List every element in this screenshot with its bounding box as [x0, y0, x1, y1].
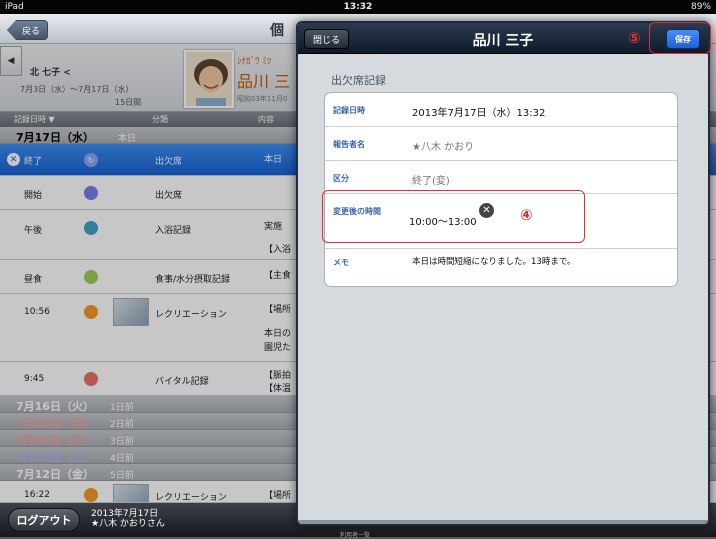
logout-button[interactable]: ログアウト [8, 508, 80, 532]
field-memo[interactable]: メモ 本日は時間短縮になりました。13時まで。 [325, 249, 677, 287]
section-title: 出欠席記録 [331, 74, 386, 87]
field-record-time: 記録日時 2013年7月17日（水）13:32 [325, 93, 677, 127]
annotation-marker-4: ④ [520, 206, 533, 224]
dialog-title: 品川 三子 [472, 33, 534, 49]
clock: 13:32 [343, 2, 373, 12]
annotation-box-5 [649, 22, 711, 54]
current-user: ★八木 かおりさん [91, 519, 165, 529]
annotation-marker-5: ⑤ [628, 29, 641, 47]
dialog-header: 閉じる 品川 三子 保存 [298, 23, 708, 54]
attendance-dialog: 閉じる 品川 三子 保存 出欠席記録 記録日時 2013年7月17日（水）13:… [296, 21, 710, 526]
tab-patient-list[interactable]: 利用者一覧 [340, 530, 370, 539]
nav-title: 個 [270, 23, 284, 39]
field-reporter[interactable]: 報告者名 ★八木 かおり [325, 127, 677, 161]
battery-label: 89% [690, 2, 711, 12]
annotation-box-4 [322, 190, 585, 243]
dialog-footer [298, 520, 708, 524]
back-button[interactable]: 戻る [7, 20, 49, 40]
status-bar: iPad 13:32 89% [0, 0, 716, 14]
login-info: 2013年7月17日 ★八木 かおりさん [91, 509, 165, 529]
device-label: iPad [5, 2, 24, 12]
current-date: 2013年7月17日 [91, 509, 159, 519]
